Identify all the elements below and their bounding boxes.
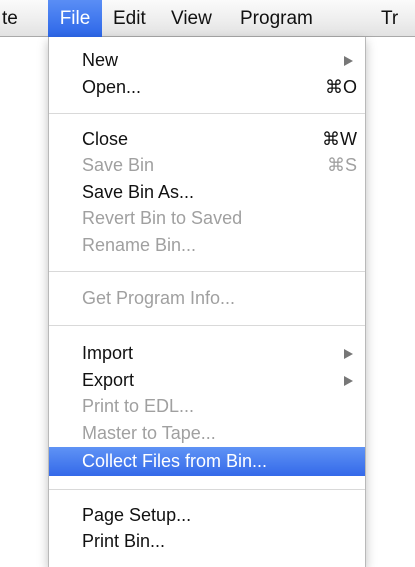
menu-item-shortcut: ⌘O xyxy=(324,77,357,97)
menu-item-revert-bin: Revert Bin to Saved xyxy=(49,205,365,232)
menubar-item-program[interactable]: Program xyxy=(240,0,313,37)
menu-item-import[interactable]: Import xyxy=(49,340,365,367)
menu-item-print-bin[interactable]: Print Bin... xyxy=(49,528,365,555)
menu-item-label: Save Bin As... xyxy=(82,182,195,202)
menu-separator xyxy=(49,271,365,272)
menu-item-label: Print to EDL... xyxy=(82,396,195,416)
menubar-item-file[interactable]: File xyxy=(48,0,102,37)
submenu-arrow-icon xyxy=(344,349,353,359)
menu-item-label: New xyxy=(82,50,119,70)
menu-item-save-bin-as[interactable]: Save Bin As... xyxy=(49,179,365,206)
menu-item-shortcut: ⌘W xyxy=(322,129,357,149)
menubar-item-edit[interactable]: Edit xyxy=(113,0,146,37)
menu-item-collect-files-from-bin[interactable]: Collect Files from Bin... xyxy=(49,447,365,476)
menu-item-close[interactable]: Close ⌘W xyxy=(49,126,365,153)
menu-item-label: Save Bin xyxy=(82,155,155,175)
menu-item-label: Collect Files from Bin... xyxy=(82,451,268,471)
menu-item-shortcut: ⌘S xyxy=(326,155,357,175)
menu-item-get-program-info: Get Program Info... xyxy=(49,285,365,312)
menu-item-label: Get Program Info... xyxy=(82,288,236,308)
menu-separator xyxy=(49,113,365,114)
submenu-arrow-icon xyxy=(344,56,353,66)
menu-item-label: Revert Bin to Saved xyxy=(82,208,243,228)
screen: te File Edit View Program Tr New Open...… xyxy=(0,0,415,567)
menu-item-label: Export xyxy=(82,370,135,390)
menu-item-label: Master to Tape... xyxy=(82,423,216,443)
menu-item-label: Print Bin... xyxy=(82,531,166,551)
menu-separator xyxy=(49,325,365,326)
menu-item-export[interactable]: Export xyxy=(49,367,365,394)
menu-item-label: Rename Bin... xyxy=(82,235,197,255)
submenu-arrow-icon xyxy=(344,376,353,386)
menu-item-page-setup[interactable]: Page Setup... xyxy=(49,502,365,529)
menubar-item-partial-left[interactable]: te xyxy=(0,0,20,37)
menu-item-rename-bin: Rename Bin... xyxy=(49,232,365,259)
menu-bar: te File Edit View Program Tr xyxy=(0,0,415,37)
menu-item-print-to-edl: Print to EDL... xyxy=(49,393,365,420)
menu-item-label: Page Setup... xyxy=(82,505,192,525)
menu-item-new[interactable]: New xyxy=(49,47,365,74)
menu-separator xyxy=(49,489,365,490)
menubar-item-partial-right[interactable]: Tr xyxy=(381,0,398,37)
menu-item-save-bin: Save Bin ⌘S xyxy=(49,152,365,179)
menu-item-label: Close xyxy=(82,129,129,149)
menu-item-master-to-tape: Master to Tape... xyxy=(49,420,365,447)
menubar-item-view[interactable]: View xyxy=(171,0,212,37)
menu-item-label: Open... xyxy=(82,77,142,97)
file-menu: New Open... ⌘O Close ⌘W Save Bin ⌘S Save… xyxy=(48,37,366,567)
menu-item-label: Import xyxy=(82,343,134,363)
menu-item-open[interactable]: Open... ⌘O xyxy=(49,74,365,101)
